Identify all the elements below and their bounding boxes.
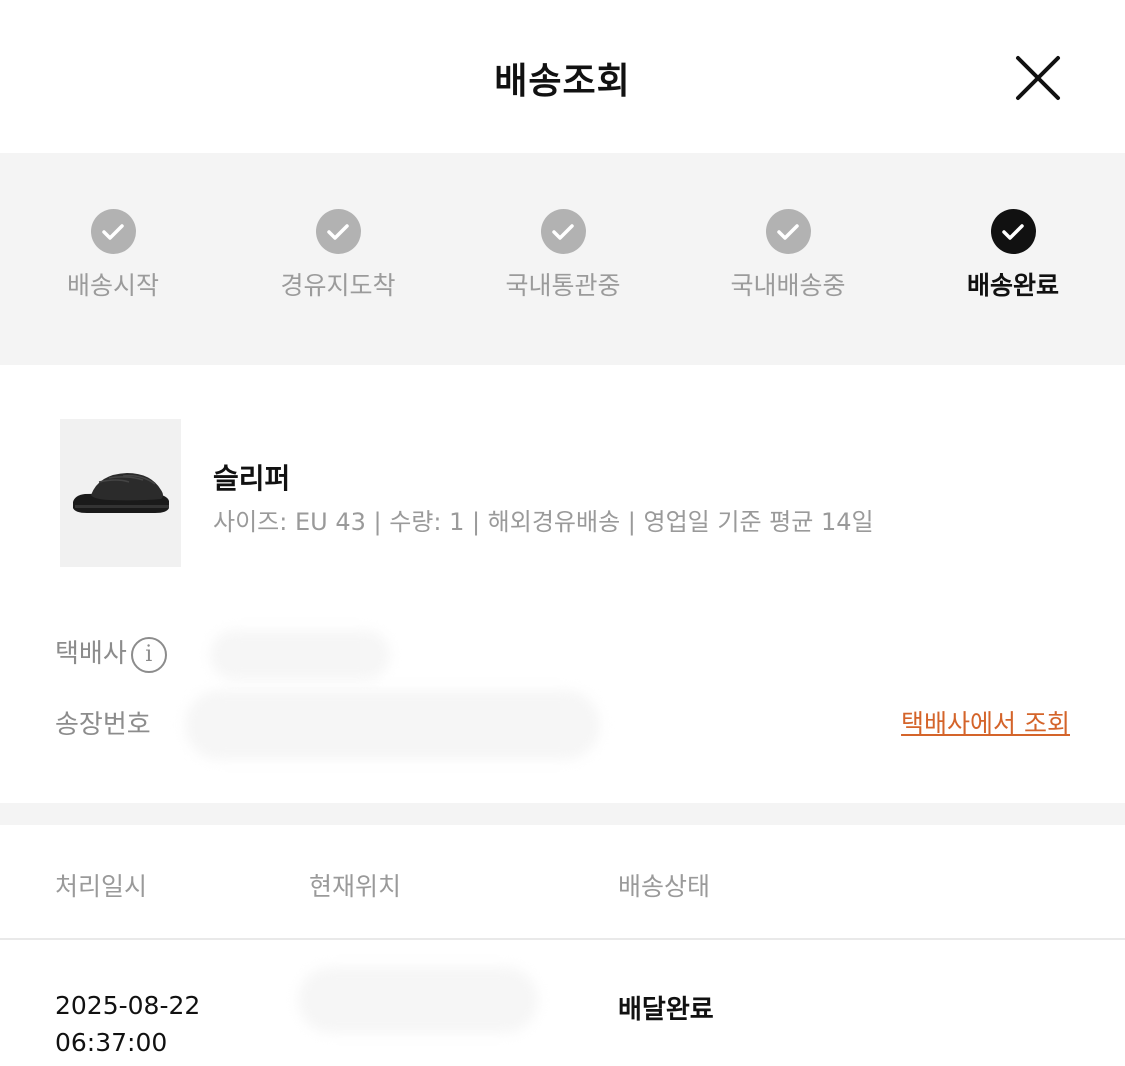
section-divider <box>0 803 1125 825</box>
check-icon <box>540 209 586 254</box>
row-status: 배달완료 <box>618 995 714 1025</box>
step-label: 배송시작 <box>66 271 159 300</box>
step-label: 국내배송중 <box>730 271 846 300</box>
info-icon[interactable]: i <box>130 636 167 673</box>
step-domestic-delivery: 국내배송중 <box>698 209 878 302</box>
row-date: 2025-08-22 <box>55 991 201 1020</box>
row-time: 06:37:00 <box>55 1028 168 1057</box>
check-icon <box>315 209 361 254</box>
page-title: 배송조회 <box>494 61 631 102</box>
step-transit-arrived: 경유지도착 <box>248 209 428 302</box>
track-with-courier-link[interactable]: 택배사에서 조회 <box>901 704 1070 740</box>
table-divider <box>0 938 1125 940</box>
check-icon <box>90 209 136 254</box>
shipment-info: 슬리퍼 사이즈: EU 43 | 수량: 1 | 해외경유배송 | 영업일 기준… <box>0 365 1125 803</box>
redacted-tracking-number <box>185 690 600 760</box>
redacted-location <box>298 967 538 1033</box>
product-thumbnail <box>60 419 181 567</box>
step-delivered: 배송완료 <box>923 209 1103 302</box>
check-icon <box>765 209 811 254</box>
step-label: 배송완료 <box>966 271 1059 300</box>
delivery-progress: 배송시작 경유지도착 국내통관중 국내배송중 배송완료 <box>0 153 1125 365</box>
step-customs: 국내통관중 <box>473 209 653 302</box>
header: 배송조회 <box>0 0 1125 153</box>
header-location: 현재위치 <box>309 872 402 901</box>
header-status: 배송상태 <box>618 872 711 901</box>
close-icon[interactable] <box>1010 50 1066 106</box>
step-label: 경유지도착 <box>280 271 396 300</box>
redacted-courier <box>210 630 390 680</box>
check-icon <box>990 209 1036 254</box>
product-name: 슬리퍼 <box>213 462 291 495</box>
courier-row: 택배사 i <box>55 633 167 673</box>
slipper-image <box>72 473 169 513</box>
step-label: 국내통관중 <box>505 271 621 300</box>
step-shipping-started: 배송시작 <box>23 209 203 302</box>
courier-label: 택배사 <box>55 639 127 669</box>
row-datetime: 2025-08-22 06:37:00 <box>55 987 200 1061</box>
tracking-history: 처리일시 현재위치 배송상태 2025-08-22 06:37:00 배달완료 <box>0 825 1125 1066</box>
header-processed-at: 처리일시 <box>55 872 148 901</box>
product-meta: 사이즈: EU 43 | 수량: 1 | 해외경유배송 | 영업일 기준 평균 … <box>213 508 874 536</box>
tracking-label: 송장번호 <box>55 710 151 740</box>
